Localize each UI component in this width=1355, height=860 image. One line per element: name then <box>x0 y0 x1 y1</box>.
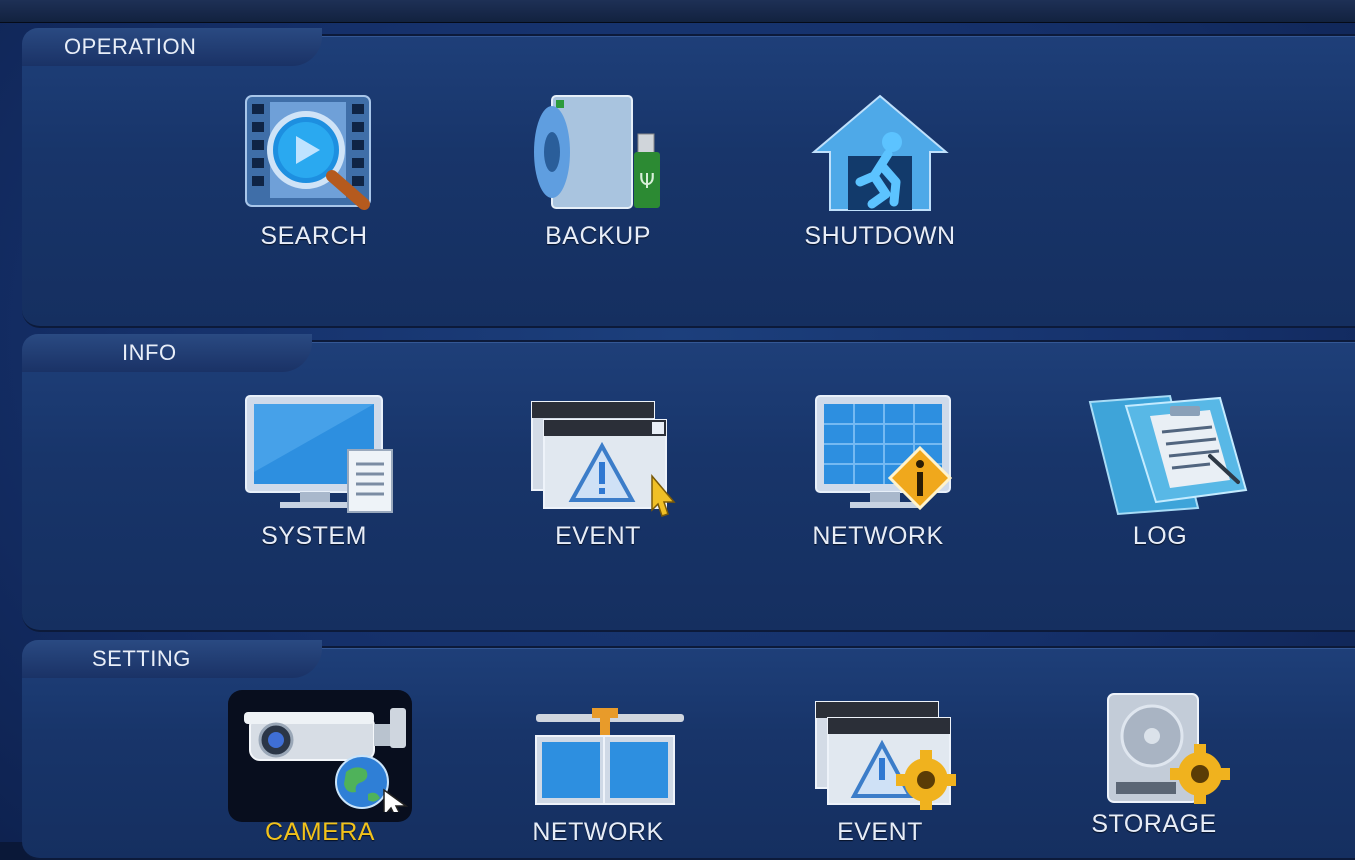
menu-item-info-network[interactable]: NETWORK <box>778 392 978 551</box>
event-gear-icon <box>790 694 970 812</box>
section-title-info: INFO <box>22 334 312 372</box>
section-title-operation: OPERATION <box>22 28 322 66</box>
menu-item-setting-camera[interactable]: CAMERA <box>220 694 420 847</box>
menu-item-info-system[interactable]: SYSTEM <box>214 392 414 551</box>
menu-item-info-event[interactable]: EVENT <box>498 392 698 551</box>
top-bar <box>0 0 1355 23</box>
menu-item-label: SYSTEM <box>261 522 367 550</box>
menu-item-info-log[interactable]: LOG <box>1060 392 1260 551</box>
network-info-icon <box>788 392 968 522</box>
event-warning-icon <box>508 392 688 522</box>
shutdown-exit-icon <box>790 92 970 222</box>
menu-item-label: NETWORK <box>812 522 944 550</box>
menu-item-label: CAMERA <box>265 818 375 846</box>
menu-item-label: EVENT <box>555 522 641 550</box>
storage-gear-icon <box>1064 690 1244 808</box>
menu-item-label: EVENT <box>837 818 923 846</box>
section-title-setting: SETTING <box>22 640 322 678</box>
menu-item-shutdown[interactable]: SHUTDOWN <box>780 92 980 251</box>
backup-usb-icon: Ψ <box>508 92 688 222</box>
menu-item-label: SHUTDOWN <box>804 222 956 250</box>
menu-item-label: SEARCH <box>260 222 368 250</box>
system-monitor-icon <box>224 392 404 522</box>
menu-item-search[interactable]: SEARCH <box>214 92 414 251</box>
search-video-icon <box>224 92 404 222</box>
log-clipboard-icon <box>1070 392 1250 522</box>
menu-item-label: NETWORK <box>532 818 664 846</box>
svg-text:Ψ: Ψ <box>639 169 655 193</box>
menu-item-setting-network[interactable]: NETWORK <box>498 694 698 847</box>
camera-globe-icon <box>230 694 410 812</box>
network-setting-icon <box>508 694 688 812</box>
menu-item-backup[interactable]: Ψ BACKUP <box>498 92 698 251</box>
menu-item-label: STORAGE <box>1091 810 1217 838</box>
menu-item-setting-event[interactable]: EVENT <box>780 694 980 847</box>
menu-item-setting-storage[interactable]: STORAGE <box>1054 690 1254 839</box>
dvr-main-menu: OPERATION INFO SETTING SEARCH Ψ BACKUP S… <box>0 0 1355 860</box>
menu-item-label: BACKUP <box>545 222 651 250</box>
menu-item-label: LOG <box>1132 522 1188 550</box>
